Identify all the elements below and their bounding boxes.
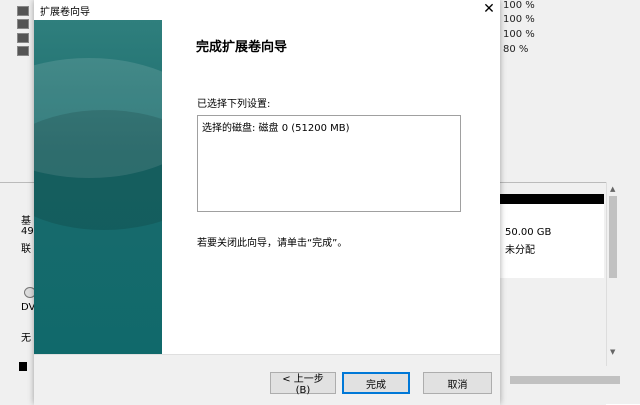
unallocated-label: 未分配 [505,245,535,256]
disk-status-fragment: 联 [21,244,31,255]
wizard-heading: 完成扩展卷向导 [196,40,288,55]
back-button[interactable]: < 上一步(B) [270,372,336,396]
legend-swatch-unallocated [19,362,27,371]
volume-icon [17,46,29,56]
volume-icon [17,19,29,29]
scroll-up-arrow-icon[interactable]: ▲ [610,185,615,193]
volume-percent-free: 80 % [503,44,529,55]
finish-hint-text: 若要关闭此向导，请单击“完成”。 [197,238,348,249]
scrollbar-thumb[interactable] [510,376,620,384]
volume-percent-free: 100 % [503,14,535,25]
vertical-scrollbar[interactable]: ▲ ▼ [606,182,619,366]
dialog-footer: < 上一步(B) 完成 取消 [34,354,500,405]
volume-icon [17,33,29,43]
unallocated-size: 50.00 GB [505,227,552,238]
wizard-content: 完成扩展卷向导 已选择下列设置: 选择的磁盘: 磁盘 0 (51200 MB) … [162,20,500,354]
volume-icon [17,6,29,16]
horizontal-scrollbar[interactable] [500,370,640,404]
disk-label-fragment: 基 [21,216,31,227]
summary-line: 选择的磁盘: 磁盘 0 (51200 MB) [202,123,350,134]
close-icon[interactable]: ✕ [479,0,499,18]
extend-volume-wizard-dialog: 扩展卷向导 ✕ 完成扩展卷向导 已选择下列设置: 选择的磁盘: 磁盘 0 (51… [34,0,500,405]
scrollbar-thumb[interactable] [609,196,617,278]
volume-percent-free: 100 % [503,0,535,11]
volume-percent-free: 100 % [503,29,535,40]
dialog-titlebar[interactable]: 扩展卷向导 ✕ [34,0,500,20]
wizard-banner-image [34,20,162,354]
selected-settings-label: 已选择下列设置: [197,99,271,110]
settings-summary-box[interactable]: 选择的磁盘: 磁盘 0 (51200 MB) [197,115,461,212]
dvd-status-fragment: 无 [21,333,31,344]
cancel-button[interactable]: 取消 [423,372,492,394]
disk-size-fragment: 49 [21,226,34,237]
scroll-down-arrow-icon[interactable]: ▼ [610,348,615,356]
finish-button[interactable]: 完成 [342,372,410,394]
dialog-title: 扩展卷向导 [40,7,90,18]
